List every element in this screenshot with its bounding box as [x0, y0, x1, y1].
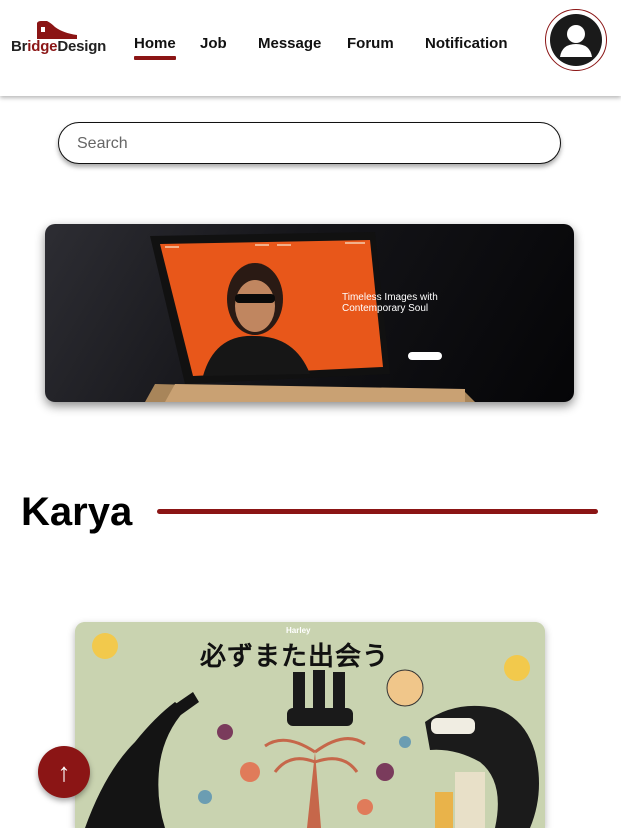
laptop-illustration — [145, 232, 475, 402]
search-bar — [58, 122, 561, 164]
search-input[interactable] — [77, 132, 537, 156]
nav-message[interactable]: Message — [258, 35, 321, 52]
hero-banner[interactable]: Timeless Images with Contemporary Soul — [45, 224, 574, 402]
section-divider — [157, 509, 598, 514]
nav-notification[interactable]: Notification — [425, 35, 508, 52]
profile-avatar[interactable] — [545, 9, 607, 71]
artwork-card[interactable]: Harley 必ずまた出会う — [75, 622, 545, 828]
banner-cta-button[interactable] — [408, 352, 442, 360]
user-icon — [550, 14, 602, 66]
arrow-up-icon: ↑ — [57, 757, 71, 787]
bridgedesign-logo[interactable]: BridgeDesign — [11, 19, 106, 59]
scroll-to-top-button[interactable]: ↑ — [38, 746, 90, 798]
top-navbar: BridgeDesign Home Job Message Forum Noti… — [0, 0, 621, 96]
artwork-title: 必ずまた出会う — [200, 642, 390, 672]
artwork-brand: Harley — [286, 626, 311, 635]
nav-home[interactable]: Home — [134, 35, 176, 60]
nav-job[interactable]: Job — [200, 35, 227, 52]
section-title: Karya — [21, 490, 133, 534]
banner-headline: Timeless Images with Contemporary Soul — [342, 292, 438, 314]
nav-forum[interactable]: Forum — [347, 35, 394, 52]
logo-text: BridgeDesign — [11, 38, 107, 55]
